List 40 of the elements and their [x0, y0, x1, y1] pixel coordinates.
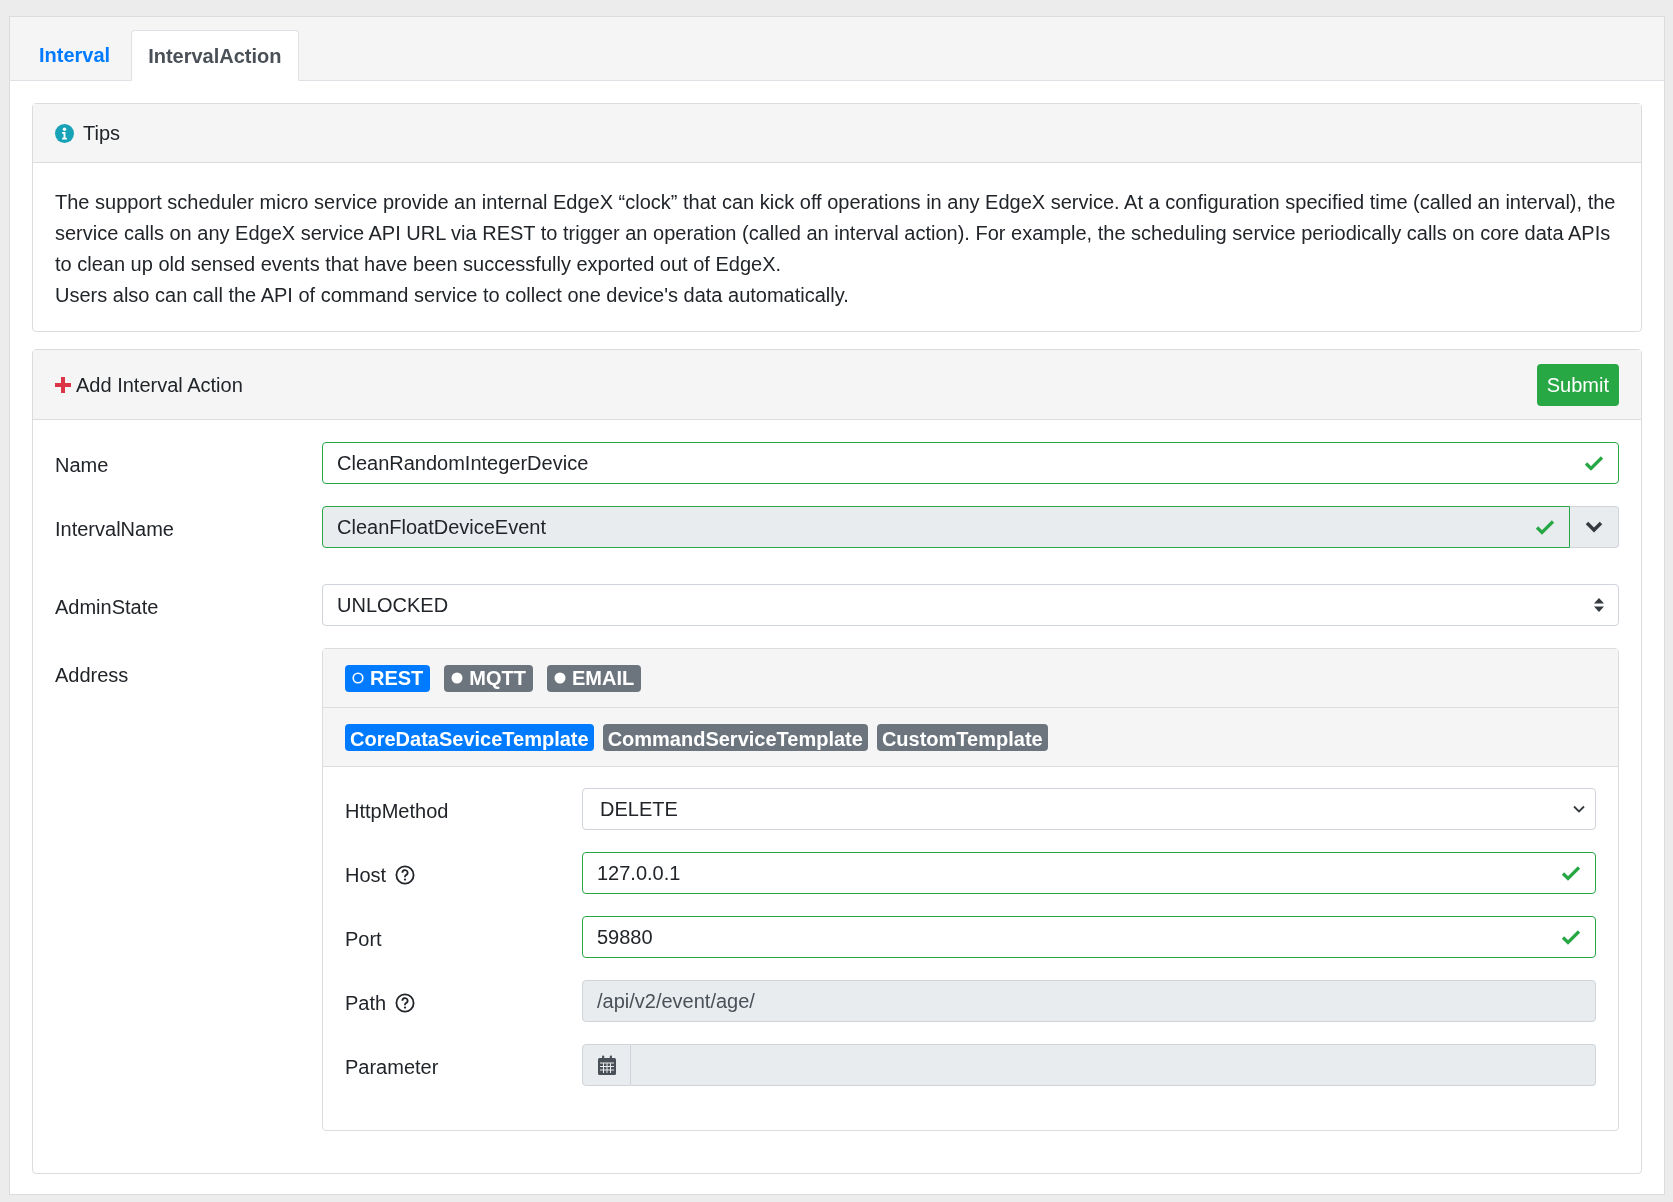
field-label: Port	[345, 927, 382, 952]
select-field[interactable]: UNLOCKED	[322, 584, 1619, 626]
text-field[interactable]: 59880	[582, 916, 1596, 958]
field-label: AdminState	[55, 595, 159, 620]
radio-empty-icon	[352, 672, 364, 684]
field-label: Name	[55, 453, 109, 478]
dropdown-button[interactable]	[1570, 506, 1619, 548]
chevron-down-icon	[1573, 805, 1585, 813]
field-label: IntervalName	[55, 517, 174, 542]
radio-dot-icon	[451, 672, 464, 684]
submit-button[interactable]: Submit	[1536, 363, 1619, 406]
plus-icon	[55, 376, 71, 393]
protocol-tab[interactable]: MQTT	[444, 664, 533, 692]
field-label: Address	[55, 664, 129, 686]
protocol-tab[interactable]: EMAIL	[547, 664, 642, 692]
template-tab[interactable]: CommandServiceTemplate	[602, 723, 868, 751]
field-label: HttpMethod	[345, 799, 449, 824]
card-title: Add Interval Action	[76, 372, 243, 398]
radio-dot-icon	[554, 672, 566, 684]
select-field[interactable]: DELETE	[582, 788, 1596, 830]
template-tab[interactable]: CoreDataSeviceTemplate	[345, 723, 594, 751]
chevron-down-icon	[1585, 521, 1603, 533]
tips-text: Users also can call the API of command service to collect one device's data automatically.	[55, 283, 850, 308]
calendar-icon	[596, 1054, 617, 1076]
tab[interactable]: Interval	[18, 29, 132, 80]
tab[interactable]: IntervalAction	[131, 30, 299, 81]
combo-field[interactable]: CleanFloatDeviceEvent	[322, 506, 1570, 548]
calendar-button[interactable]	[582, 1044, 631, 1086]
card-title: Tips	[83, 121, 121, 146]
field-label: Host	[345, 863, 387, 888]
template-tab[interactable]: CustomTemplate	[876, 723, 1048, 751]
info-icon	[55, 123, 74, 143]
sort-icon	[1594, 598, 1604, 612]
field-label: Parameter	[345, 1055, 439, 1080]
field-label: Path	[345, 991, 387, 1016]
text-field[interactable]: 127.0.0.1	[582, 852, 1596, 894]
text-field[interactable]: CleanRandomIntegerDevice	[322, 442, 1619, 484]
protocol-tab[interactable]: REST	[345, 664, 431, 692]
tips-text: The support scheduler micro service provide an internal EdgeX “clock” that can kick off operations in any EdgeX service. At a configuration specified time (called an interval), the service calls on any EdgeX service API URL via REST to trigger an operation (called an interval action). For example, the scheduling service periodically calls on core data APIs to clean up old sensed events that have been successfully exported out of EdgeX.	[55, 190, 1617, 277]
date-field[interactable]	[631, 1044, 1596, 1086]
